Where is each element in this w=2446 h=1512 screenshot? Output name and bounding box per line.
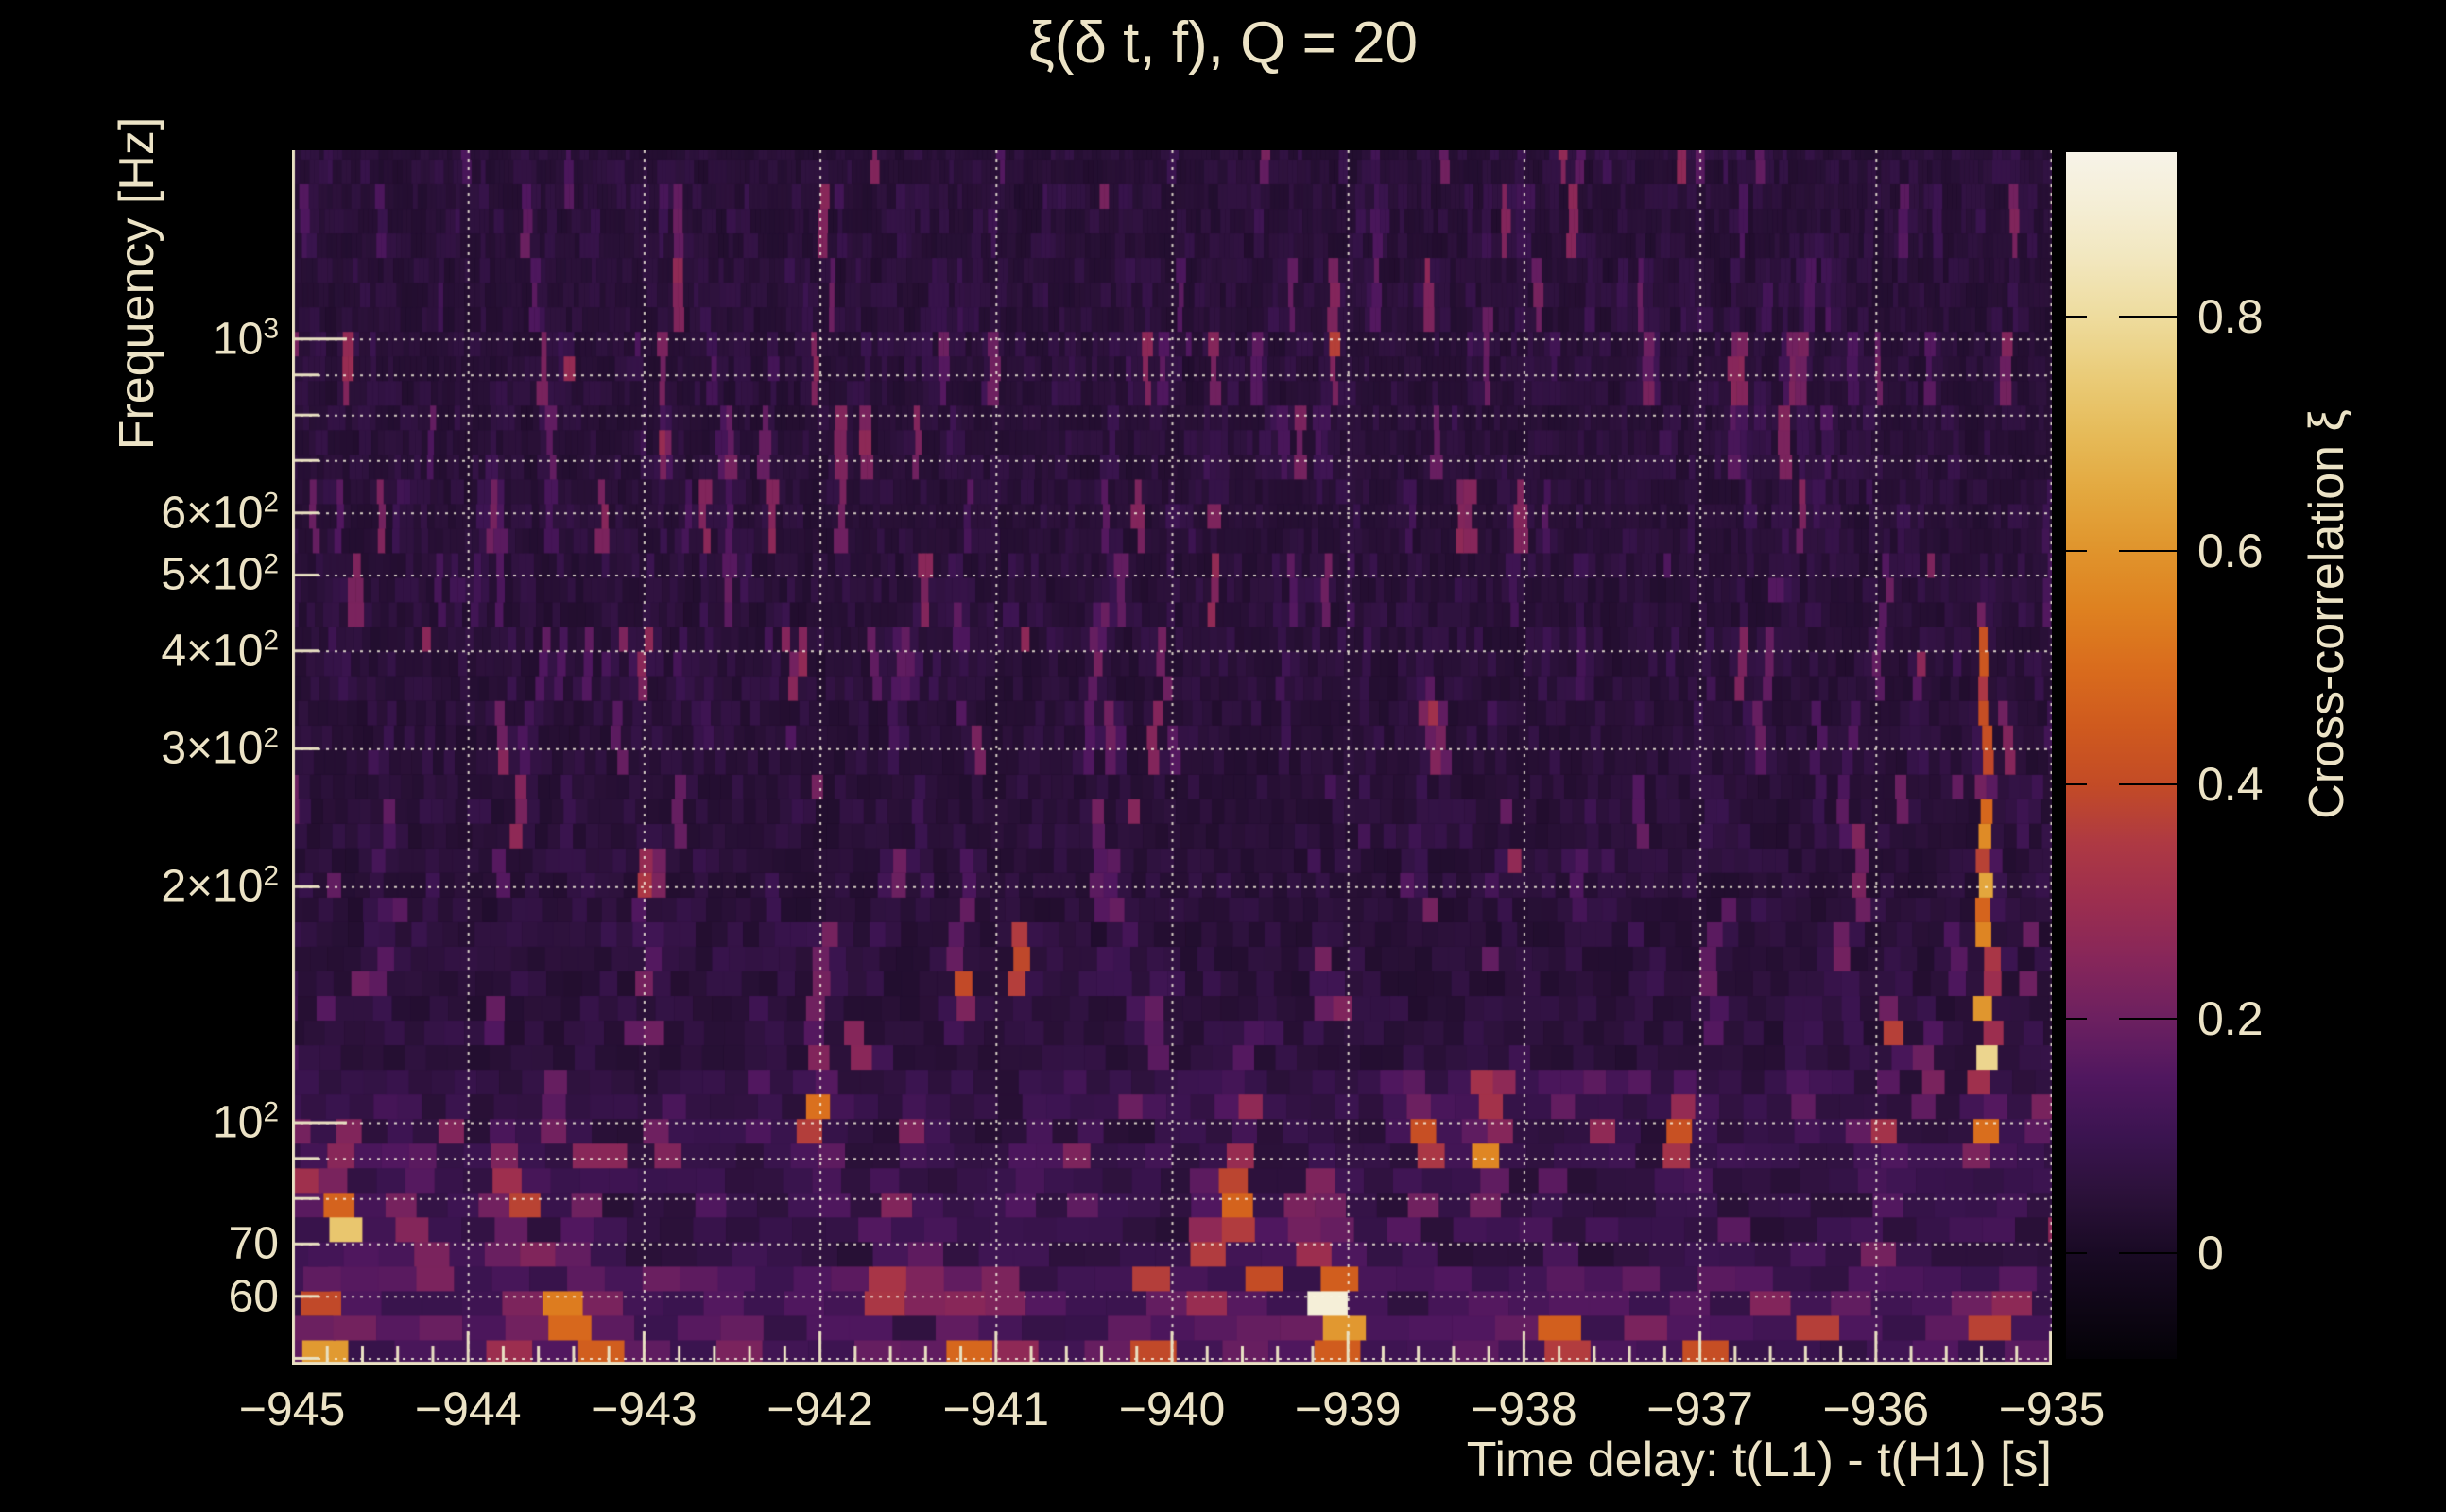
x-tick-label: −945	[238, 1383, 346, 1435]
y-tick-label: 102	[213, 1096, 279, 1148]
colorbar-tick-label: 0	[2197, 1227, 2224, 1280]
colorbar-tick-mark	[2066, 783, 2087, 786]
colorbar-tick-label: 0.2	[2197, 992, 2264, 1046]
x-tick-label: −943	[591, 1383, 698, 1435]
figure: ξ(δ t, f), Q = 20 Frequency [Hz] 103 6×10…	[0, 0, 2446, 1512]
colorbar-gradient	[2066, 152, 2177, 1359]
y-axis-title: Frequency [Hz]	[110, 116, 164, 451]
y-tick-label: 3×102	[161, 722, 279, 774]
y-tick-label: 103	[213, 313, 279, 365]
x-tick-label: −936	[1822, 1383, 1930, 1435]
colorbar-tick-mark	[2066, 1252, 2087, 1255]
colorbar-tick-mark	[2119, 1018, 2177, 1021]
colorbar-tick-label: 0.4	[2197, 758, 2264, 812]
x-tick-label: −940	[1118, 1383, 1226, 1435]
x-tick-label: −942	[767, 1383, 873, 1435]
x-tick-label: −941	[942, 1383, 1050, 1435]
heatmap-canvas	[292, 150, 2052, 1365]
y-tick-label: 70	[228, 1218, 279, 1269]
y-tick-label: 2×102	[161, 860, 279, 912]
x-tick-label: −935	[1998, 1383, 2106, 1435]
colorbar-tick-mark	[2119, 1252, 2177, 1255]
colorbar-tick-mark	[2119, 315, 2177, 318]
y-tick-label: 60	[228, 1271, 279, 1322]
chart-title: ξ(δ t, f), Q = 20	[1028, 10, 1418, 76]
x-tick-label: −937	[1646, 1383, 1753, 1435]
x-axis-title: Time delay: t(L1) - t(H1) [s]	[1466, 1433, 2052, 1487]
x-tick-label: −944	[414, 1383, 522, 1435]
colorbar-tick-label: 0.6	[2197, 524, 2264, 577]
x-tick-label: −938	[1471, 1383, 1577, 1435]
colorbar-tick-mark	[2066, 1018, 2087, 1021]
colorbar-tick-label: 0.8	[2197, 289, 2264, 343]
colorbar-tick-mark	[2119, 783, 2177, 786]
colorbar-tick-mark	[2119, 549, 2177, 552]
colorbar-tick-mark	[2066, 315, 2087, 318]
y-tick-label: 6×102	[161, 487, 279, 539]
colorbar-tick-mark	[2066, 549, 2087, 552]
y-tick-label: 4×102	[161, 625, 279, 677]
colorbar-title: Cross-correlation ξ	[2300, 409, 2354, 819]
x-tick-label: −939	[1294, 1383, 1402, 1435]
y-tick-label: 5×102	[161, 548, 279, 600]
